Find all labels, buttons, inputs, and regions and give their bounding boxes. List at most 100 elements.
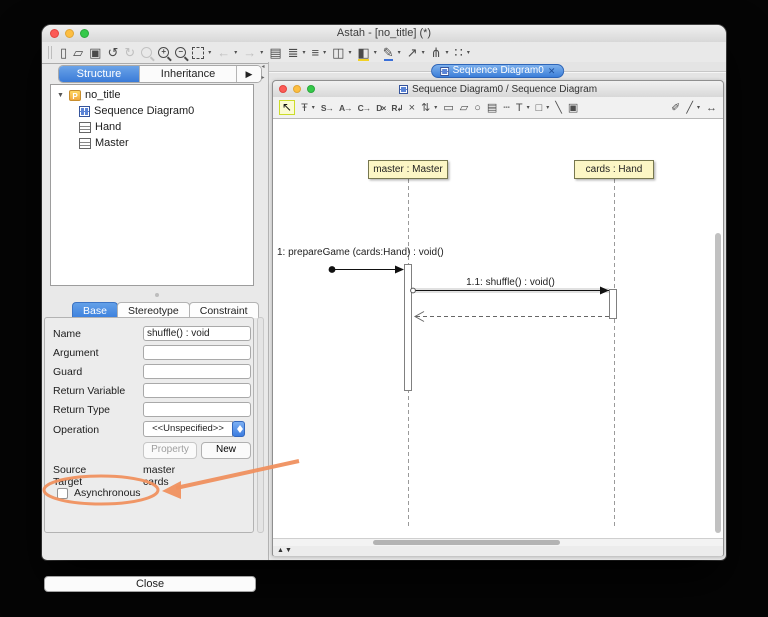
back-icon[interactable]: ← <box>217 46 230 59</box>
close-button[interactable]: Close <box>44 576 256 592</box>
return-type-field[interactable] <box>143 402 251 417</box>
tab-structure[interactable]: Structure <box>59 66 139 82</box>
zoom-in-icon[interactable]: + <box>158 47 170 58</box>
new-file-icon[interactable]: ▯ <box>60 46 67 59</box>
forward-icon[interactable]: → <box>243 46 256 59</box>
destroy-message-tool-icon[interactable]: D× <box>376 102 386 114</box>
layers-icon[interactable]: ◫ <box>332 46 344 59</box>
guard-field[interactable] <box>143 364 251 379</box>
text-tool-icon[interactable]: T <box>516 102 523 114</box>
connector-caret-icon[interactable]: ▾ <box>422 49 425 56</box>
tree-item-hand[interactable]: Hand <box>51 119 253 135</box>
text-tool-caret-icon[interactable]: ▾ <box>527 104 530 111</box>
collapse-left-icon[interactable]: ◂ <box>258 63 268 70</box>
pen-color-icon[interactable]: ✎ <box>383 46 394 59</box>
tree-layout-caret-icon[interactable]: ▾ <box>446 49 449 56</box>
sync-message-tool-icon[interactable]: S→ <box>321 102 334 114</box>
tree-item-master[interactable]: Master <box>51 135 253 151</box>
fill-color-caret-icon[interactable]: ▾ <box>374 49 377 56</box>
interaction-use-tool-icon[interactable]: ▱ <box>460 102 468 114</box>
align-horizontal-icon[interactable]: ≡ <box>312 46 320 59</box>
polyline-tool-icon[interactable]: ╱ <box>686 102 693 114</box>
fit-view-icon[interactable] <box>192 46 205 59</box>
align-vertical-caret-icon[interactable]: ▾ <box>303 49 306 56</box>
collapse-right-icon[interactable]: ▸ <box>258 74 268 81</box>
tab-base[interactable]: Base <box>72 302 118 318</box>
horizontal-scrollbar-track[interactable] <box>273 538 723 546</box>
tree-layout-icon[interactable]: ⋔ <box>431 46 442 59</box>
create-message-tool-icon[interactable]: C→ <box>358 102 372 114</box>
line-tool-icon[interactable]: ╲ <box>555 102 562 114</box>
map-view-icon[interactable]: ▤ <box>269 46 281 59</box>
tree-item-label[interactable]: no_title <box>85 89 120 101</box>
tree-item-label[interactable]: Master <box>95 137 129 149</box>
return-variable-field[interactable] <box>143 383 251 398</box>
tab-sequence-diagram0[interactable]: Sequence Diagram0 ✕ <box>430 64 565 78</box>
grid-layout-icon[interactable]: ∷ <box>455 46 463 59</box>
image-tool-icon[interactable]: ▣ <box>568 102 578 114</box>
tree-item-label[interactable]: Sequence Diagram0 <box>94 105 194 117</box>
scroll-up-icon[interactable]: ▲ <box>277 547 284 554</box>
forward-caret-icon[interactable]: ▾ <box>260 49 263 56</box>
diagram-canvas[interactable]: master : Master cards : Hand 1: prepareG… <box>273 119 723 538</box>
note-tool-icon[interactable]: ▤ <box>487 102 497 114</box>
stop-tool-icon[interactable]: × <box>409 102 415 114</box>
combined-fragment-tool-icon[interactable]: ▭ <box>443 102 453 114</box>
horizontal-scrollbar[interactable] <box>373 540 560 545</box>
property-button[interactable]: Property <box>143 442 197 459</box>
scroll-down-icon[interactable]: ▼ <box>285 547 292 554</box>
align-horizontal-caret-icon[interactable]: ▾ <box>323 49 326 56</box>
asynchronous-checkbox[interactable] <box>57 488 68 499</box>
fill-color-icon[interactable]: ◧ <box>357 46 369 59</box>
lifeline-tool-icon[interactable]: Ŧ <box>301 102 308 114</box>
tab-inheritance[interactable]: Inheritance <box>139 66 236 82</box>
tab-stereotype[interactable]: Stereotype <box>116 302 190 318</box>
zoom-out-icon[interactable]: − <box>175 47 187 58</box>
operation-stepper-icon[interactable] <box>232 421 245 437</box>
tree-item-sequence-diagram[interactable]: Sequence Diagram0 <box>51 103 253 119</box>
window-titlebar[interactable]: Astah - [no_title] (*) <box>42 25 726 43</box>
operation-select[interactable]: <<Unspecified>> <box>143 421 233 437</box>
back-caret-icon[interactable]: ▾ <box>234 49 237 56</box>
tab-constraint[interactable]: Constraint <box>188 302 259 318</box>
close-tab-icon[interactable]: ✕ <box>548 66 556 76</box>
async-message-tool-icon[interactable]: A→ <box>339 102 353 114</box>
grid-layout-caret-icon[interactable]: ▾ <box>467 49 470 56</box>
tree-item-label[interactable]: Hand <box>95 121 121 133</box>
stamp-tool-icon[interactable]: ✐ <box>671 102 680 114</box>
lifeline-caret-icon[interactable]: ▾ <box>312 104 315 111</box>
anchor-tool-icon[interactable]: ┄ <box>503 102 510 114</box>
tree-item-root[interactable]: ▼ P no_title <box>51 87 253 103</box>
redo-icon[interactable]: ↻ <box>124 46 135 59</box>
oval-tool-icon[interactable]: ○ <box>474 102 481 114</box>
toolbar-grip[interactable] <box>48 46 52 59</box>
undo-icon[interactable]: ↺ <box>107 46 118 59</box>
save-icon[interactable]: ▣ <box>89 46 101 59</box>
diagram-window-titlebar[interactable]: Sequence Diagram0 / Sequence Diagram <box>273 81 723 98</box>
argument-field[interactable] <box>143 345 251 360</box>
layers-caret-icon[interactable]: ▾ <box>348 49 351 56</box>
pen-color-caret-icon[interactable]: ▾ <box>398 49 401 56</box>
reply-message-tool-icon[interactable]: R↲ <box>391 102 403 114</box>
connector-icon[interactable]: ↗ <box>407 46 418 59</box>
property-scrollbar[interactable] <box>257 317 264 533</box>
new-button[interactable]: New <box>201 442 251 459</box>
disclosure-triangle-icon[interactable]: ▼ <box>57 92 65 99</box>
duration-caret-icon[interactable]: ▾ <box>434 104 437 111</box>
rect-tool-caret-icon[interactable]: ▾ <box>546 104 549 111</box>
zoom-icon[interactable] <box>141 47 153 58</box>
select-tool-icon[interactable]: ↖ <box>279 100 296 115</box>
open-icon[interactable]: ▱ <box>73 46 83 59</box>
name-field[interactable]: shuffle() : void <box>143 326 251 341</box>
panel-divider[interactable] <box>268 62 269 560</box>
resize-tool-icon[interactable]: ↔ <box>706 102 717 114</box>
panel-splitter[interactable] <box>42 286 268 302</box>
polyline-caret-icon[interactable]: ▾ <box>697 104 700 111</box>
fit-view-caret-icon[interactable]: ▾ <box>208 49 211 56</box>
vertical-scrollbar[interactable] <box>715 233 721 533</box>
duration-tool-icon[interactable]: ⇅ <box>421 102 430 114</box>
rect-tool-icon[interactable]: □ <box>536 102 543 114</box>
message-preparegame-label[interactable]: 1: prepareGame (cards:Hand) : void() <box>277 247 444 258</box>
align-vertical-icon[interactable]: ≣ <box>288 46 299 59</box>
doc-tab-label[interactable]: Sequence Diagram0 <box>453 65 544 77</box>
